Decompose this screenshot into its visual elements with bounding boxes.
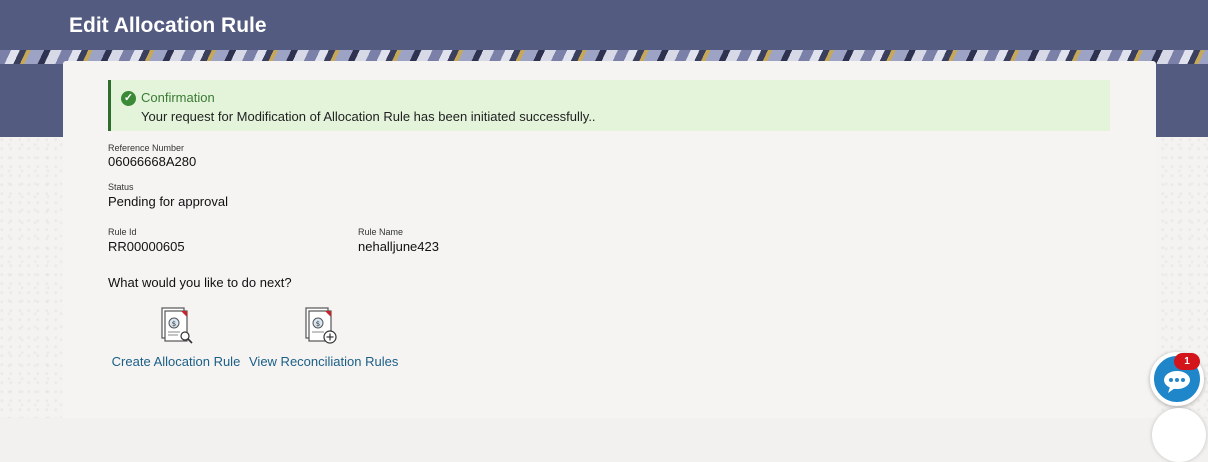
rule-name-label: Rule Name xyxy=(358,227,404,237)
content-card: ✓ Confirmation Your request for Modifica… xyxy=(63,61,1156,418)
svg-text:$: $ xyxy=(172,320,176,328)
confirmation-title: Confirmation xyxy=(141,90,215,105)
create-allocation-rule-action[interactable]: $ Create Allocation Rule xyxy=(111,306,241,369)
rule-id-value: RR00000605 xyxy=(108,239,185,254)
notification-badge: 1 xyxy=(1174,353,1200,370)
view-reconciliation-rules-link[interactable]: View Reconciliation Rules xyxy=(249,354,398,369)
status-label: Status xyxy=(108,182,134,192)
svg-text:$: $ xyxy=(316,320,320,328)
rule-id-label: Rule Id xyxy=(108,227,137,237)
check-circle-icon: ✓ xyxy=(121,91,136,106)
next-steps-question: What would you like to do next? xyxy=(108,275,292,290)
reference-number-label: Reference Number xyxy=(108,143,185,153)
secondary-floating-button[interactable] xyxy=(1152,408,1206,462)
reference-number-value: 06066668A280 xyxy=(108,154,197,169)
view-reconciliation-rules-action[interactable]: $ View Reconciliation Rules xyxy=(249,306,398,369)
rule-name-value: nehalljune423 xyxy=(358,239,439,254)
confirmation-banner: ✓ Confirmation Your request for Modifica… xyxy=(108,80,1110,131)
page-title: Edit Allocation Rule xyxy=(69,14,267,37)
confirmation-message: Your request for Modification of Allocat… xyxy=(141,109,596,124)
status-value: Pending for approval xyxy=(108,194,228,209)
document-search-icon: $ xyxy=(161,307,193,344)
document-add-icon: $ xyxy=(305,307,337,344)
create-allocation-rule-link[interactable]: Create Allocation Rule xyxy=(111,354,241,369)
